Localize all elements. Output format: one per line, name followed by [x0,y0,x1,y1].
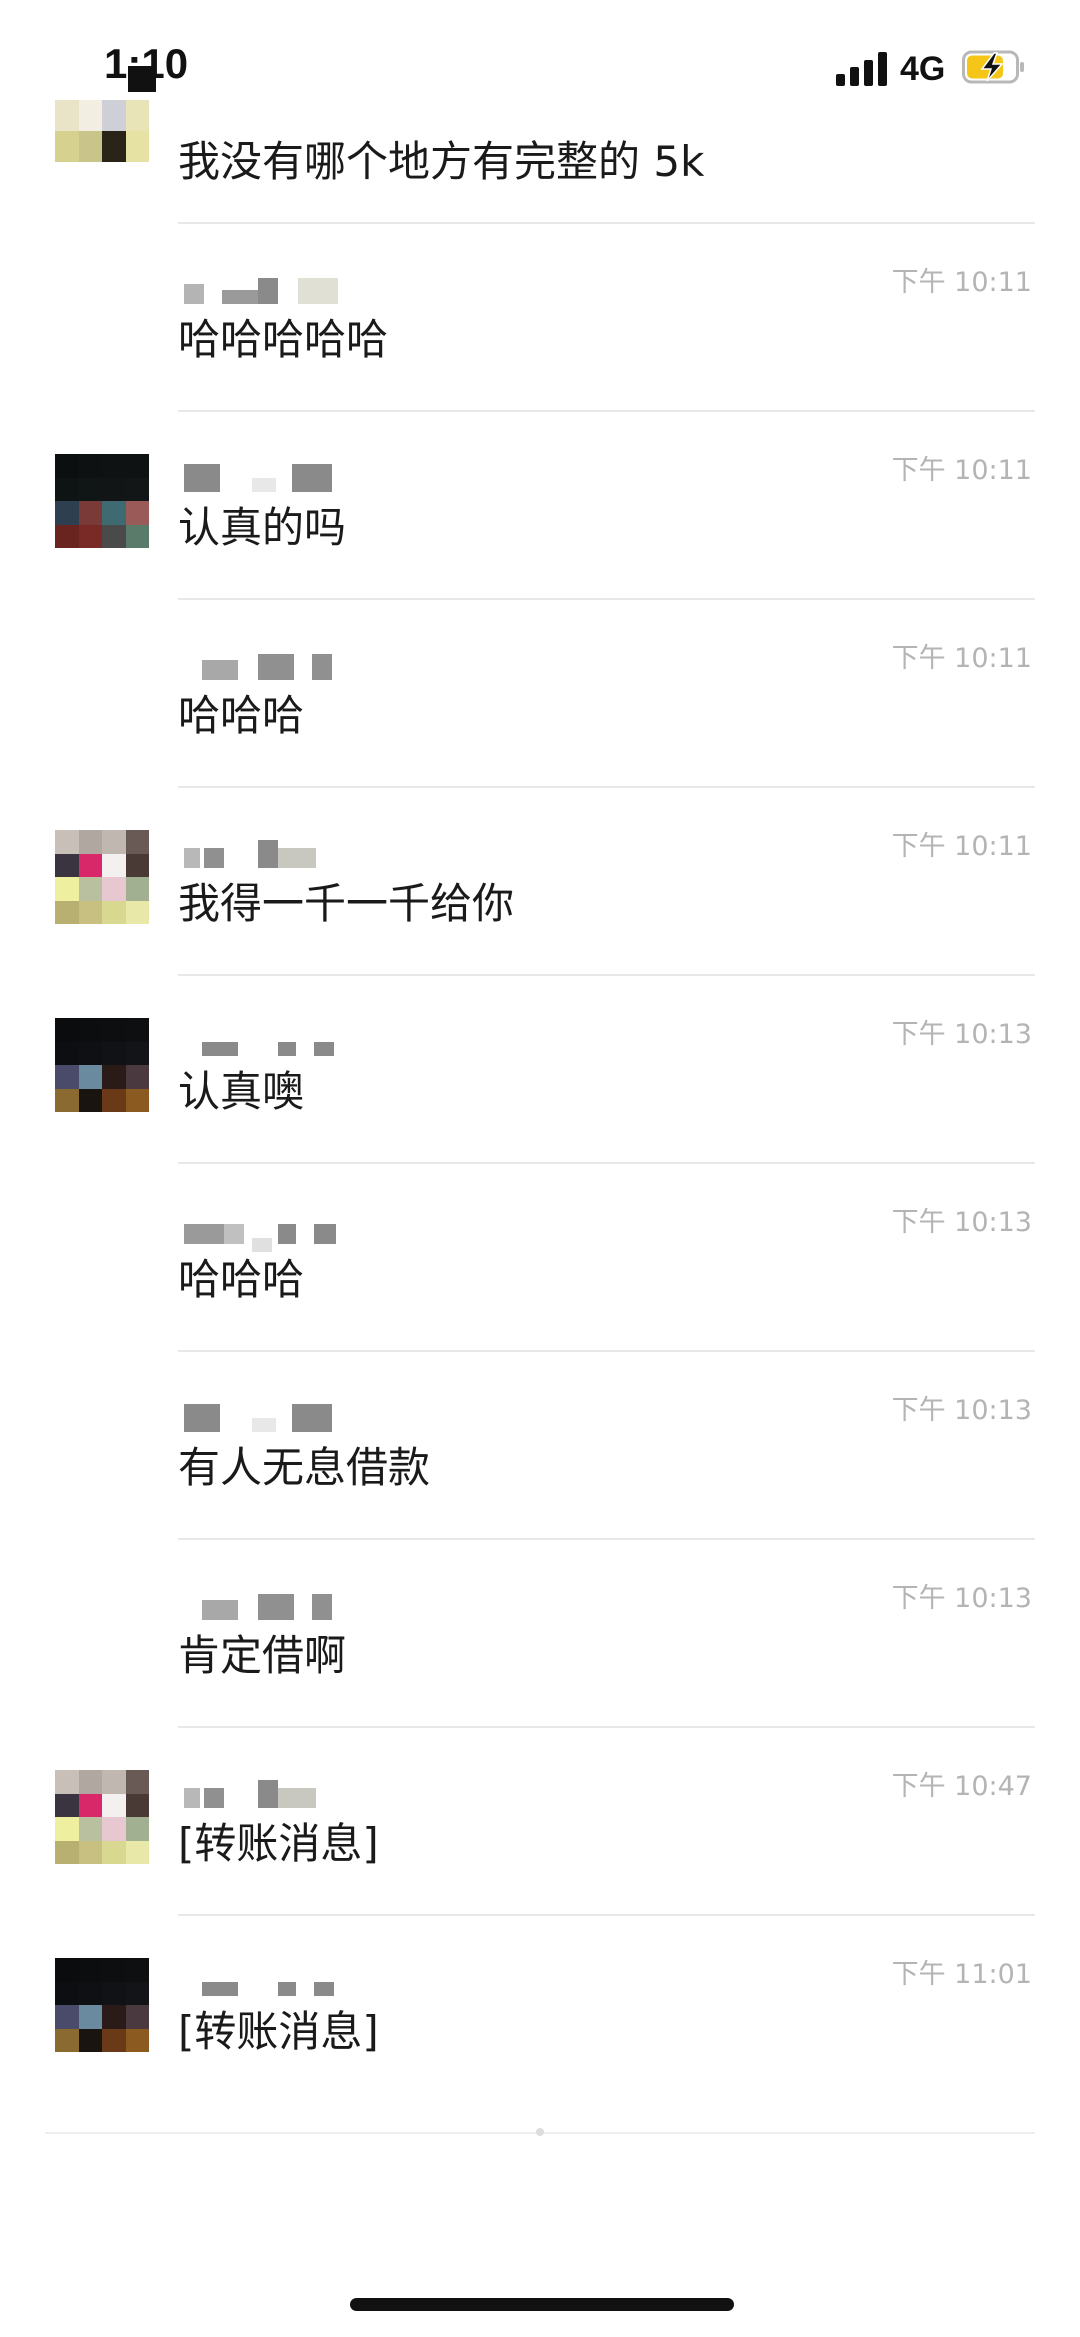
message-preview: 我得一千一千给你 [178,879,515,928]
home-indicator[interactable] [350,2298,734,2311]
avatar [55,100,149,162]
message-preview: 哈哈哈 [178,691,305,740]
message-preview: [转账消息] [178,2007,379,2056]
chat-search-results-screen: 1:10 4G 我没有哪个地方有完整的 5k 下午 10:11 哈哈哈哈哈 下午… [0,0,1080,2337]
list-item[interactable]: 下午 10:13 肯定借啊 [0,1540,1080,1728]
list-item[interactable]: 下午 10:11 我得一千一千给你 [0,788,1080,976]
message-timestamp: 下午 10:13 [891,1395,1032,1426]
message-timestamp: 下午 10:13 [891,1019,1032,1050]
redacted-sender-name [180,1392,380,1432]
message-timestamp: 下午 10:11 [891,267,1032,298]
message-preview: 我没有哪个地方有完整的 5k [178,137,705,186]
redacted-sender-name [180,452,380,492]
avatar [55,454,149,548]
redacted-sender-name [180,640,380,680]
message-timestamp: 下午 10:11 [891,455,1032,486]
list-end-dot [536,2128,544,2136]
list-item[interactable]: 我没有哪个地方有完整的 5k [0,36,1080,224]
avatar [55,1018,149,1112]
message-timestamp: 下午 10:13 [891,1207,1032,1238]
list-item[interactable]: 下午 10:11 哈哈哈 [0,600,1080,788]
message-preview: 认真的吗 [178,503,347,552]
redacted-sender-name [180,264,380,304]
message-preview: 肯定借啊 [178,1631,347,1680]
list-item[interactable]: 下午 10:11 认真的吗 [0,412,1080,600]
message-preview: 认真噢 [178,1067,305,1116]
redacted-sender-name [180,828,380,868]
message-timestamp: 下午 10:47 [891,1771,1032,1802]
message-preview: 有人无息借款 [178,1443,431,1492]
list-item[interactable]: 下午 10:13 认真噢 [0,976,1080,1164]
redacted-sender-name [180,1768,380,1808]
redacted-sender-name [180,1016,380,1056]
list-item[interactable]: 下午 10:47 [转账消息] [0,1728,1080,1916]
message-timestamp: 下午 11:01 [891,1959,1032,1990]
avatar [55,1770,149,1864]
redacted-sender-name [180,1580,380,1620]
message-preview: 哈哈哈哈哈 [178,315,389,364]
avatar [55,830,149,924]
message-timestamp: 下午 10:11 [891,643,1032,674]
list-item[interactable]: 下午 10:11 哈哈哈哈哈 [0,224,1080,412]
list-item[interactable]: 下午 10:13 有人无息借款 [0,1352,1080,1540]
avatar [55,1958,149,2052]
redacted-sender-name [180,1956,380,1996]
list-item[interactable]: 下午 10:13 哈哈哈 [0,1164,1080,1352]
message-timestamp: 下午 10:11 [891,831,1032,862]
message-preview: 哈哈哈 [178,1255,305,1304]
redacted-sender-name [180,1204,380,1252]
list-item[interactable]: 下午 11:01 [转账消息] [0,1916,1080,2104]
message-timestamp: 下午 10:13 [891,1583,1032,1614]
message-preview: [转账消息] [178,1819,379,1868]
